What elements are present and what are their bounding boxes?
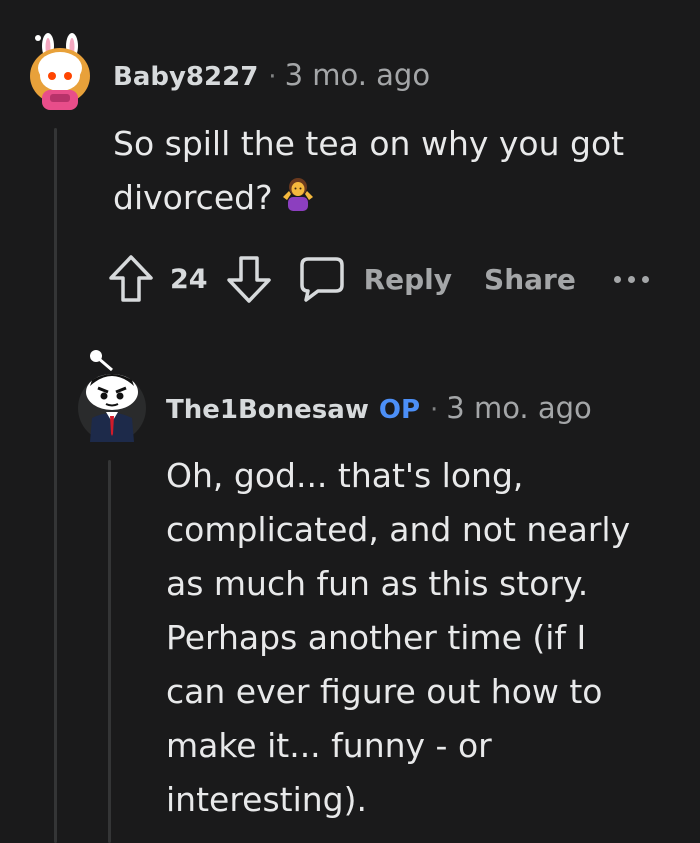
comment-text-line: interesting). — [166, 780, 367, 819]
vote-score: 24 — [170, 263, 208, 295]
comment-text-line-with-emoji: divorced? — [113, 171, 624, 227]
comment-text-line: Oh, god... that's long, — [166, 456, 524, 495]
comment-1-meta: Baby8227 · 3 mo. ago — [113, 58, 430, 92]
reply-button[interactable]: Reply — [364, 263, 452, 296]
comment-text-line: complicated, and not nearly — [166, 510, 631, 549]
comment-text-line: as much fun as this story. — [166, 564, 589, 603]
meta-separator: · — [430, 395, 439, 425]
comment-button[interactable] — [298, 255, 346, 303]
downvote-button[interactable] — [226, 254, 272, 304]
timestamp[interactable]: 3 mo. ago — [446, 391, 592, 425]
comment-text-line: So spill the tea on why you got — [113, 124, 625, 163]
comment-2-meta: The1Bonesaw OP · 3 mo. ago — [166, 391, 592, 425]
comment-text-line: make it... funny - or — [166, 726, 492, 765]
avatar-the1bonesaw[interactable] — [76, 346, 148, 442]
downvote-arrow-icon — [226, 256, 271, 303]
username[interactable]: Baby8227 — [113, 62, 258, 92]
comment-text-line: can ever figure out how to — [166, 672, 603, 711]
upvote-button[interactable] — [108, 254, 154, 304]
timestamp[interactable]: 3 mo. ago — [285, 58, 431, 92]
comment-2-body: Oh, god... that's long, complicated, and… — [166, 449, 630, 827]
thread-line-parent[interactable] — [54, 128, 57, 843]
thread-line-reply[interactable] — [108, 460, 111, 843]
username[interactable]: The1Bonesaw — [166, 395, 369, 425]
comment-bubble-icon — [299, 257, 344, 302]
comment-text-line: Perhaps another time (if I — [166, 618, 587, 657]
avatar-baby8227[interactable] — [24, 32, 96, 112]
upvote-arrow-icon — [109, 255, 153, 302]
snoo-suit-avatar-icon — [78, 350, 146, 442]
comment-1-actions: 24 Reply Share — [108, 254, 649, 304]
person-shrugging-emoji-icon — [281, 173, 315, 227]
more-options-icon[interactable] — [613, 275, 649, 283]
snoo-bunny-avatar-icon — [30, 33, 90, 110]
meta-separator: · — [268, 62, 277, 92]
op-badge: OP — [378, 395, 421, 425]
share-button[interactable]: Share — [484, 263, 576, 296]
comment-text: divorced? — [113, 178, 273, 217]
comment-1-body: So spill the tea on why you got divorced… — [113, 117, 624, 227]
